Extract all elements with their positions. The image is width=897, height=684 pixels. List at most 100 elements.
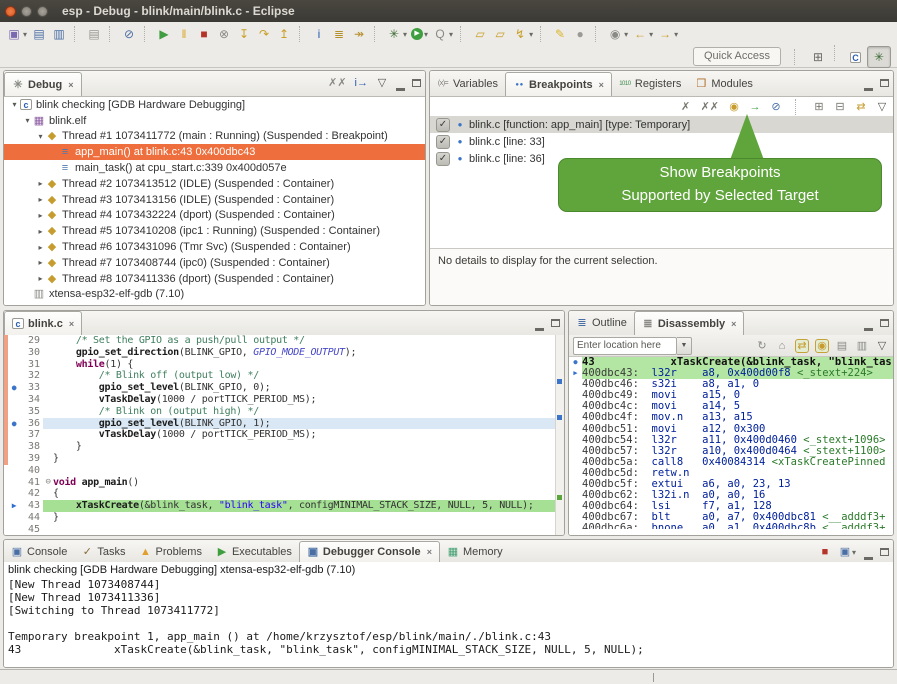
debug-tree[interactable]: ▾cblink checking [GDB Hardware Debugging…	[4, 97, 425, 305]
tree-row[interactable]: ≡app_main() at blink.c:43 0x400dbc43	[4, 144, 425, 160]
tab-modules[interactable]: ❒Modules	[688, 72, 760, 96]
code-line[interactable]: 34 vTaskDelay(1000 / portTICK_PERIOD_MS)…	[4, 394, 556, 406]
remove-all-terminated-icon[interactable]: ✗✗	[327, 76, 347, 90]
run-icon[interactable]: ▶▾	[409, 24, 430, 44]
print-icon[interactable]: ▤	[84, 24, 104, 44]
minimize-button[interactable]	[396, 74, 405, 92]
display-console-icon[interactable]: ▣▾	[838, 545, 857, 559]
tree-row[interactable]: ▸◆Thread #5 1073410208 (ipc1 : Running) …	[4, 223, 425, 239]
ruler-current-line-mark[interactable]	[557, 495, 562, 500]
tab-console[interactable]: ▣Console	[4, 541, 74, 562]
tree-row[interactable]: ▸◆Thread #3 1073413156 (IDLE) (Suspended…	[4, 192, 425, 208]
ruler-breakpoint-mark[interactable]	[557, 379, 562, 384]
close-icon[interactable]: ×	[427, 547, 432, 557]
breakpoint-icon[interactable]: ●	[8, 418, 20, 430]
code-line[interactable]: 42{	[4, 488, 556, 500]
code-line[interactable]: 29 /* Set the GPIO as a push/pull output…	[4, 335, 556, 347]
tree-row[interactable]: ▸◆Thread #4 1073432224 (dport) (Suspende…	[4, 208, 425, 224]
expander-icon[interactable]: ▸	[35, 243, 46, 252]
code-line[interactable]: 31 while(1) {	[4, 359, 556, 371]
remove-all-breakpoints-icon[interactable]: ✗✗	[700, 100, 720, 114]
tab-problems[interactable]: ▲Problems	[132, 541, 208, 562]
step-into-icon[interactable]: ↧	[234, 24, 254, 44]
skip-all-breakpoints-icon[interactable]: ⊘	[119, 24, 139, 44]
pin-view-icon[interactable]: ▥	[855, 339, 869, 353]
goto-file-icon[interactable]: →	[748, 100, 762, 114]
back-icon[interactable]: ←▾	[630, 24, 655, 44]
close-icon[interactable]: ×	[599, 80, 604, 90]
disasm-row[interactable]: 400dbc67: blt a0, a7, 0x400dbc81 <__addd…	[569, 512, 893, 523]
maximize-button[interactable]	[412, 74, 421, 92]
tree-row[interactable]: ▸◆Thread #7 1073408744 (ipc0) (Suspended…	[4, 255, 425, 271]
code-line[interactable]: 35 /* Blink on (output high) */	[4, 406, 556, 418]
open-resource-icon[interactable]: ▱	[490, 24, 510, 44]
new-wizard-icon[interactable]: ▣▾	[4, 24, 29, 44]
instruction-pointer-icon[interactable]: ▶	[8, 500, 20, 512]
disconnect-icon[interactable]: ⊗	[214, 24, 234, 44]
tree-row[interactable]: ▾cblink checking [GDB Hardware Debugging…	[4, 97, 425, 113]
window-maximize-button[interactable]	[37, 6, 48, 17]
tree-row[interactable]: ▸◆Thread #8 1073411336 (dport) (Suspende…	[4, 271, 425, 287]
resume-icon[interactable]: ▶	[154, 24, 174, 44]
sync-selection-icon[interactable]: ◉	[815, 339, 829, 353]
console-output[interactable]: blink checking [GDB Hardware Debugging] …	[4, 562, 893, 667]
close-icon[interactable]: ×	[68, 80, 73, 90]
breakpoint-row[interactable]: ✓●blink.c [function: app_main] [type: Te…	[430, 116, 893, 133]
maximize-button[interactable]	[880, 74, 889, 92]
open-perspective-icon[interactable]: ⊞	[807, 47, 829, 67]
expand-all-icon[interactable]: ⊞	[812, 100, 826, 114]
expander-icon[interactable]: ▸	[35, 195, 46, 204]
link-active-context-icon[interactable]: ⇄	[795, 339, 809, 353]
suspend-icon[interactable]: ‖	[174, 24, 194, 44]
tab-variables[interactable]: (x)=Variables	[430, 72, 505, 96]
window-close-button[interactable]	[5, 6, 16, 17]
expander-icon[interactable]: ▸	[35, 227, 46, 236]
cpp-perspective-icon[interactable]: C	[847, 48, 864, 68]
code-line[interactable]: 38 }	[4, 441, 556, 453]
expander-icon[interactable]: ▸	[35, 179, 46, 188]
tab-memory[interactable]: ▦Memory	[440, 541, 510, 562]
view-menu-icon[interactable]: ▽	[875, 100, 889, 114]
minimize-button[interactable]	[864, 74, 873, 92]
breakpoint-icon[interactable]: ●	[569, 357, 582, 368]
instruction-pointer-icon[interactable]: ▶	[569, 368, 582, 379]
tree-row[interactable]: ▾▦blink.elf	[4, 113, 425, 129]
location-input[interactable]: Enter location here	[573, 337, 677, 355]
tree-row[interactable]: ▥xtensa-esp32-elf-gdb (7.10)	[4, 287, 425, 303]
overview-ruler[interactable]	[555, 335, 564, 535]
show-debug-view-icon[interactable]: ≣	[329, 24, 349, 44]
skip-all-breakpoints-icon[interactable]: ⊘	[769, 100, 783, 114]
instruction-stepping-mode-icon[interactable]: i→	[354, 76, 369, 90]
show-supported-breakpoints-icon[interactable]: ◉	[727, 100, 741, 114]
minimize-button[interactable]	[864, 314, 873, 332]
code-line[interactable]: 39}	[4, 453, 556, 465]
last-edit-location-icon[interactable]: ✎	[550, 24, 570, 44]
home-icon[interactable]: ⌂	[775, 339, 789, 353]
window-minimize-button[interactable]	[21, 6, 32, 17]
expander-icon[interactable]: ▾	[35, 132, 46, 141]
disasm-row[interactable]: 400dbc6a: bnone a0, a1, 0x400dbc8b <__ad…	[569, 523, 893, 529]
terminate-icon[interactable]: ■	[818, 545, 832, 559]
profile-icon[interactable]: Q▾	[430, 24, 455, 44]
remove-breakpoint-icon[interactable]: ✗	[679, 100, 693, 114]
tab-breakpoints[interactable]: ● ●Breakpoints×	[505, 72, 612, 96]
forward-icon[interactable]: →▾	[655, 24, 680, 44]
location-dropdown-icon[interactable]: ▼	[677, 337, 692, 355]
fold-icon[interactable]: ⊖	[43, 477, 53, 489]
maximize-button[interactable]	[551, 314, 560, 332]
ruler-breakpoint-mark[interactable]	[557, 415, 562, 420]
view-menu-icon[interactable]: ▽	[875, 339, 889, 353]
debug-config-icon[interactable]: ✳▾	[384, 24, 409, 44]
open-element-icon[interactable]: ▱	[470, 24, 490, 44]
open-new-view-icon[interactable]: ▤	[835, 339, 849, 353]
breakpoint-icon[interactable]: ●	[8, 382, 20, 394]
close-icon[interactable]: ×	[69, 319, 74, 329]
tab-tasks[interactable]: ✓Tasks	[74, 541, 132, 562]
quick-access-button[interactable]: Quick Access	[693, 47, 781, 66]
collapse-all-icon[interactable]: ⊟	[833, 100, 847, 114]
disassembly-listing[interactable]: ●43 xTaskCreate(&blink_task, "blink_tas▶…	[569, 357, 893, 535]
expander-icon[interactable]: ▸	[35, 274, 46, 283]
save-icon[interactable]: ▤	[29, 24, 49, 44]
tree-row[interactable]: ▸◆Thread #2 1073413512 (IDLE) (Suspended…	[4, 176, 425, 192]
code-line[interactable]: 37 vTaskDelay(1000 / portTICK_PERIOD_MS)…	[4, 429, 556, 441]
